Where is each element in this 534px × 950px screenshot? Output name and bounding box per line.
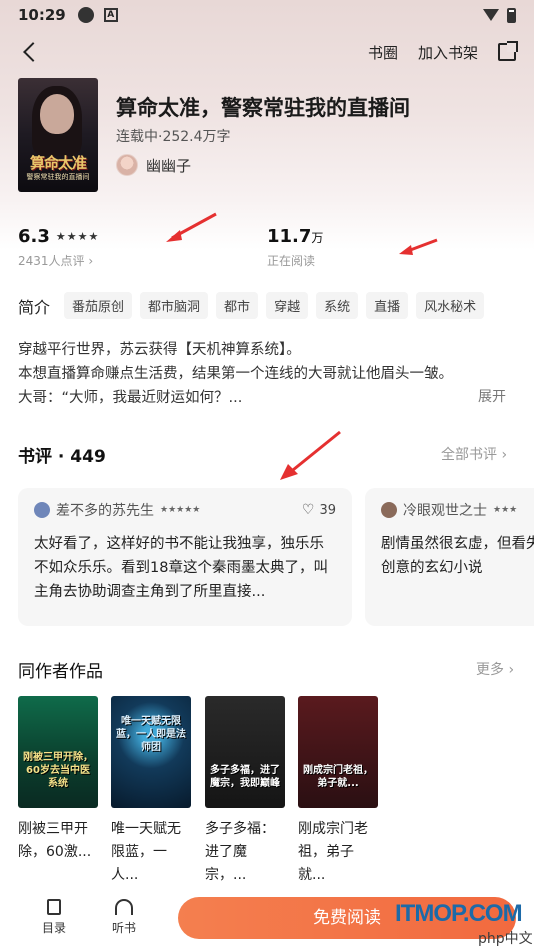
listen-label: 听书 [111, 921, 136, 935]
book-status: 连载中·252.4万字 [116, 129, 231, 145]
nav-actions: 书圈 加入书架 [368, 41, 518, 63]
work-title: 刚成宗门老祖，弟子就... [298, 821, 368, 883]
watermark-logo: ITMOP.COM [395, 900, 523, 927]
author-row[interactable]: 幽幽子 [116, 154, 191, 176]
review-stars: ★★★★★ [160, 505, 201, 515]
heart-icon: ♡ [301, 502, 315, 518]
annotation-arrow-2 [399, 238, 438, 255]
tag-chip[interactable]: 直播 [366, 292, 409, 319]
status-time: 10:29 [18, 6, 66, 24]
listen-button[interactable]: 听书 [104, 899, 144, 936]
back-arrow-icon[interactable] [23, 42, 43, 62]
reading-unit: 万 [311, 231, 324, 245]
review-header: 差不多的苏先生 ★★★★★ ♡ 39 [34, 500, 336, 520]
work-title: 刚被三甲开除，60激... [18, 821, 92, 860]
watermark-text: php中文网 [478, 931, 533, 947]
like-button[interactable]: ♡ 39 [302, 502, 336, 518]
synopsis-line: 大哥：“大师，我最近财运如何？... [18, 390, 243, 406]
same-author-title: 同作者作品 [18, 662, 103, 682]
work-cover: 多子多福，进了魔宗，我即巅峰 [205, 696, 285, 808]
more-link[interactable]: 更多 › [476, 659, 514, 679]
work-title: 多子多福：进了魔宗，... [205, 821, 275, 883]
rating-number: 6.3 [18, 226, 50, 247]
work-item[interactable]: 多子多福，进了魔宗，我即巅峰 多子多福：进了魔宗，... [205, 696, 285, 887]
status-right [483, 7, 516, 23]
cover-subtitle: 警察常驻我的直播间 [26, 173, 90, 181]
work-cover-text: 刚被三甲开除，60岁去当中医系统 [23, 752, 93, 789]
tag-chip[interactable]: 都市 [216, 292, 259, 319]
tag-chip[interactable]: 都市脑洞 [140, 292, 209, 319]
cover-title: 算命太准 [29, 154, 87, 172]
synopsis-line: 穿越平行世界，苏云获得【天机神算系统】。 [18, 342, 301, 358]
book-title: 算命太准，警察常驻我的直播间 [116, 96, 410, 120]
work-cover: 刚成宗门老祖，弟子就... [298, 696, 378, 808]
review-text: 太好看了，这样好的书不能让我独享，独乐乐不如众乐乐。看到18章这个秦雨墨太典了，… [34, 536, 328, 600]
reviewer-avatar [381, 502, 397, 518]
intro-tags-row: 简介 番茄原创 都市脑洞 都市 穿越 系统 直播 风水秘术 [18, 292, 485, 319]
toc-icon [47, 899, 61, 915]
settings-status-icon [77, 7, 94, 23]
cover-figure-face [40, 94, 74, 134]
tag-chip[interactable]: 番茄原创 [64, 292, 133, 319]
reviews-title: 书评 · 449 [18, 447, 106, 467]
synopsis-line: 本想直播算命赚点生活费，结果第一个连线的大哥就让他眉头一皱。 [18, 366, 453, 382]
work-cover-text: 刚成宗门老祖，弟子就... [303, 765, 373, 789]
add-to-shelf-button[interactable]: 加入书架 [418, 42, 478, 63]
review-card[interactable]: 冷眼观世之士 ★★★ 剧情虽然很玄虚，但看失为有创意的玄幻小说 [365, 488, 534, 626]
rating-score[interactable]: 6.3 ★★★★ [18, 226, 99, 247]
tag-chip[interactable]: 系统 [316, 292, 359, 319]
reviewer-name: 冷眼观世之士 [403, 503, 487, 519]
work-cover: 刚被三甲开除，60岁去当中医系统 [18, 696, 98, 808]
wifi-icon [483, 9, 499, 21]
status-bar: 10:29 A [0, 0, 534, 30]
top-nav: 书圈 加入书架 [0, 34, 534, 70]
work-item[interactable]: 唯一天赋无限蓝，一人即是法师团 唯一天赋无限蓝，一人... [111, 696, 191, 887]
tag-chip[interactable]: 穿越 [266, 292, 309, 319]
work-item[interactable]: 刚成宗门老祖，弟子就... 刚成宗门老祖，弟子就... [298, 696, 378, 887]
work-cover-text: 多子多福，进了魔宗，我即巅峰 [210, 765, 280, 789]
rating-count-link[interactable]: 2431人点评 › [18, 252, 93, 269]
a-status-icon: A [103, 8, 118, 22]
reviewer-avatar [34, 502, 50, 518]
review-text: 剧情虽然很玄虚，但看失为有创意的玄幻小说 [381, 536, 534, 576]
toc-label: 目录 [41, 921, 66, 935]
author-name: 幽幽子 [146, 156, 192, 175]
tag-chip[interactable]: 风水秘术 [416, 292, 485, 319]
work-title: 唯一天赋无限蓝，一人... [111, 821, 181, 883]
reading-number: 11.7 [267, 226, 312, 247]
annotation-arrow-1 [166, 212, 217, 242]
battery-icon [507, 7, 516, 23]
expand-button[interactable]: 展开 [478, 386, 506, 406]
reviewer-name: 差不多的苏先生 [56, 503, 154, 519]
intro-label: 简介 [18, 297, 51, 317]
work-cover: 唯一天赋无限蓝，一人即是法师团 [111, 696, 191, 808]
work-cover-text: 唯一天赋无限蓝，一人即是法师团 [116, 716, 186, 753]
share-icon[interactable] [498, 41, 518, 61]
headphones-icon [115, 899, 133, 915]
reading-count: 11.7万 [267, 226, 323, 247]
review-stars: ★★★ [493, 505, 518, 515]
author-avatar [116, 154, 138, 176]
rating-stars: ★★★★ [55, 230, 100, 243]
review-card[interactable]: 差不多的苏先生 ★★★★★ ♡ 39 太好看了，这样好的书不能让我独享，独乐乐不… [18, 488, 352, 626]
synopsis: 穿越平行世界，苏云获得【天机神算系统】。 本想直播算命赚点生活费，结果第一个连线… [18, 338, 518, 410]
reading-label: 正在阅读 [267, 254, 316, 268]
toc-button[interactable]: 目录 [34, 899, 74, 936]
like-count: 39 [319, 502, 336, 518]
all-reviews-link[interactable]: 全部书评 › [441, 444, 507, 464]
book-circle-link[interactable]: 书圈 [368, 42, 398, 63]
review-header: 冷眼观世之士 ★★★ [381, 500, 534, 520]
annotation-arrow-3 [280, 430, 341, 480]
work-item[interactable]: 刚被三甲开除，60岁去当中医系统 刚被三甲开除，60激... [18, 696, 98, 864]
book-cover: 算命太准 警察常驻我的直播间 [18, 78, 98, 192]
